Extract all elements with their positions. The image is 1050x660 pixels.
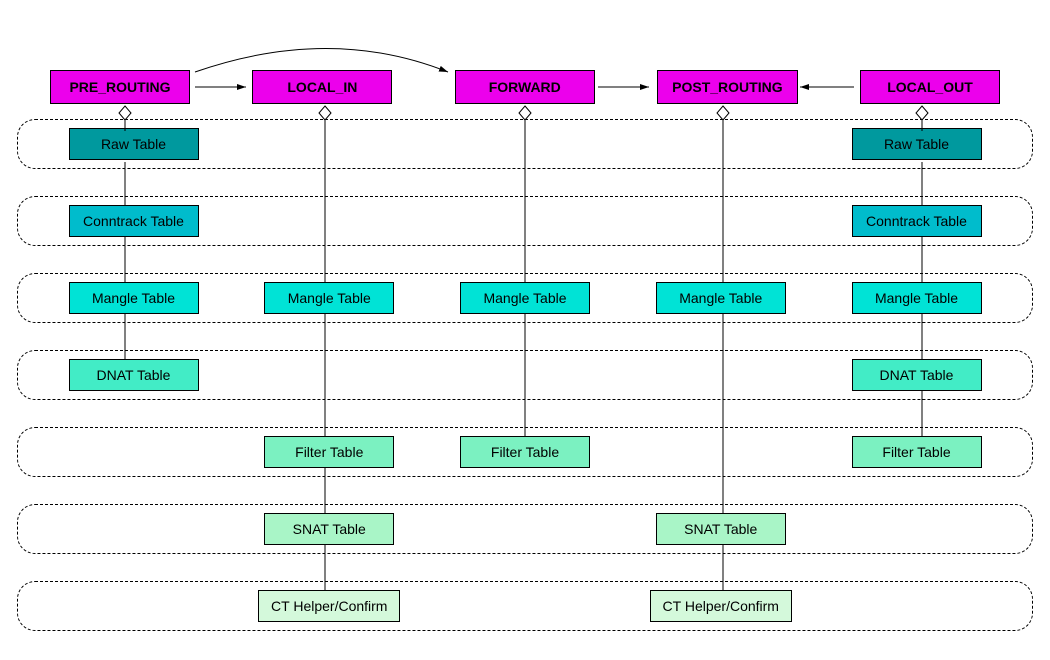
table-filter-in: Filter Table: [264, 436, 394, 468]
hook-label: PRE_ROUTING: [69, 79, 170, 95]
table-mangle-pre: Mangle Table: [69, 282, 199, 314]
table-label: Mangle Table: [483, 290, 566, 306]
hook-local-out: LOCAL_OUT: [860, 70, 1000, 104]
table-mangle-fwd: Mangle Table: [460, 282, 590, 314]
row-mangle: Mangle Table Mangle Table Mangle Table M…: [17, 273, 1033, 323]
table-snat-in: SNAT Table: [264, 513, 394, 545]
table-filter-out: Filter Table: [852, 436, 982, 468]
table-filter-fwd: Filter Table: [460, 436, 590, 468]
table-label: SNAT Table: [684, 521, 757, 537]
row-conntrack: Conntrack Table Conntrack Table: [17, 196, 1033, 246]
row-snat: SNAT Table SNAT Table: [17, 504, 1033, 554]
table-label: CT Helper/Confirm: [663, 598, 779, 614]
table-label: DNAT Table: [880, 367, 954, 383]
table-raw-pre: Raw Table: [69, 128, 199, 160]
table-label: Mangle Table: [875, 290, 958, 306]
table-mangle-out: Mangle Table: [852, 282, 982, 314]
table-label: Mangle Table: [288, 290, 371, 306]
hook-label: LOCAL_OUT: [887, 79, 973, 95]
row-raw: Raw Table Raw Table: [17, 119, 1033, 169]
table-cthelper-post: CT Helper/Confirm: [650, 590, 792, 622]
table-snat-post: SNAT Table: [656, 513, 786, 545]
hook-local-in: LOCAL_IN: [252, 70, 392, 104]
hook-header-row: PRE_ROUTING LOCAL_IN FORWARD POST_ROUTIN…: [15, 70, 1035, 104]
table-dnat-out: DNAT Table: [852, 359, 982, 391]
table-label: Filter Table: [491, 444, 559, 460]
hook-pre-routing: PRE_ROUTING: [50, 70, 190, 104]
table-label: Conntrack Table: [83, 213, 184, 229]
table-label: Filter Table: [882, 444, 950, 460]
row-dnat: DNAT Table DNAT Table: [17, 350, 1033, 400]
table-label: Raw Table: [101, 136, 166, 152]
hook-label: FORWARD: [489, 79, 561, 95]
table-label: Conntrack Table: [866, 213, 967, 229]
table-conntrack-pre: Conntrack Table: [69, 205, 199, 237]
table-label: Filter Table: [295, 444, 363, 460]
hook-post-routing: POST_ROUTING: [657, 70, 797, 104]
table-label: SNAT Table: [293, 521, 366, 537]
table-conntrack-out: Conntrack Table: [852, 205, 982, 237]
hook-forward: FORWARD: [455, 70, 595, 104]
table-mangle-post: Mangle Table: [656, 282, 786, 314]
row-cthelper: CT Helper/Confirm CT Helper/Confirm: [17, 581, 1033, 631]
hook-label: POST_ROUTING: [672, 79, 782, 95]
table-raw-out: Raw Table: [852, 128, 982, 160]
table-label: Mangle Table: [679, 290, 762, 306]
table-label: CT Helper/Confirm: [271, 598, 387, 614]
table-mangle-in: Mangle Table: [264, 282, 394, 314]
table-label: Mangle Table: [92, 290, 175, 306]
table-label: DNAT Table: [97, 367, 171, 383]
row-filter: Filter Table Filter Table Filter Table: [17, 427, 1033, 477]
table-cthelper-in: CT Helper/Confirm: [258, 590, 400, 622]
hook-label: LOCAL_IN: [287, 79, 357, 95]
table-dnat-pre: DNAT Table: [69, 359, 199, 391]
table-label: Raw Table: [884, 136, 949, 152]
